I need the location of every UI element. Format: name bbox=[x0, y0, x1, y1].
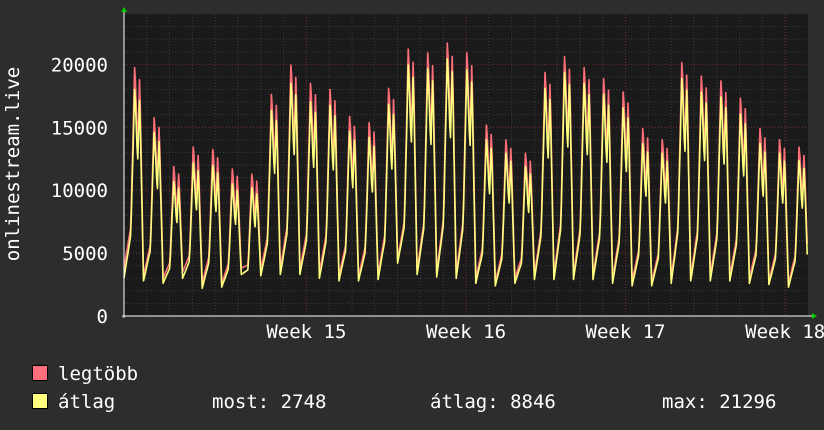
y-axis-label: onlinestream.live bbox=[2, 67, 24, 261]
stat-avg: átlag: 8846 bbox=[430, 392, 556, 412]
x-tick-label: Week 17 bbox=[586, 321, 666, 343]
legend-label-max: legtöbb bbox=[58, 363, 139, 385]
stat-max-value: 21296 bbox=[719, 391, 777, 413]
stat-max-label: max: bbox=[662, 391, 708, 413]
legend-swatch-max bbox=[32, 365, 48, 381]
y-tick-label: 5000 bbox=[62, 243, 108, 265]
legend-item-avg: átlag bbox=[32, 392, 115, 412]
y-tick-label: 15000 bbox=[51, 117, 108, 139]
y-axis-arrow-icon bbox=[121, 7, 127, 12]
stat-max: max: 21296 bbox=[662, 392, 776, 412]
stat-now-value: 2748 bbox=[280, 391, 327, 413]
x-tick-label: Week 16 bbox=[426, 321, 506, 343]
x-tick-label: Week 18 bbox=[745, 321, 824, 343]
legend-swatch-avg bbox=[32, 393, 48, 409]
stat-avg-value: 8846 bbox=[510, 391, 556, 413]
y-tick-label: 0 bbox=[97, 306, 108, 328]
legend-item-max: legtöbb bbox=[32, 364, 138, 384]
y-tick-label: 10000 bbox=[51, 180, 108, 202]
stat-now-label: most: bbox=[212, 391, 270, 413]
stat-now: most: 2748 bbox=[212, 392, 326, 412]
legend-label-avg: átlag bbox=[58, 391, 116, 413]
stat-avg-label: átlag: bbox=[430, 391, 499, 413]
y-tick-label: 20000 bbox=[51, 54, 108, 76]
x-tick-label: Week 15 bbox=[266, 321, 346, 343]
x-axis-arrow-icon bbox=[812, 313, 817, 319]
